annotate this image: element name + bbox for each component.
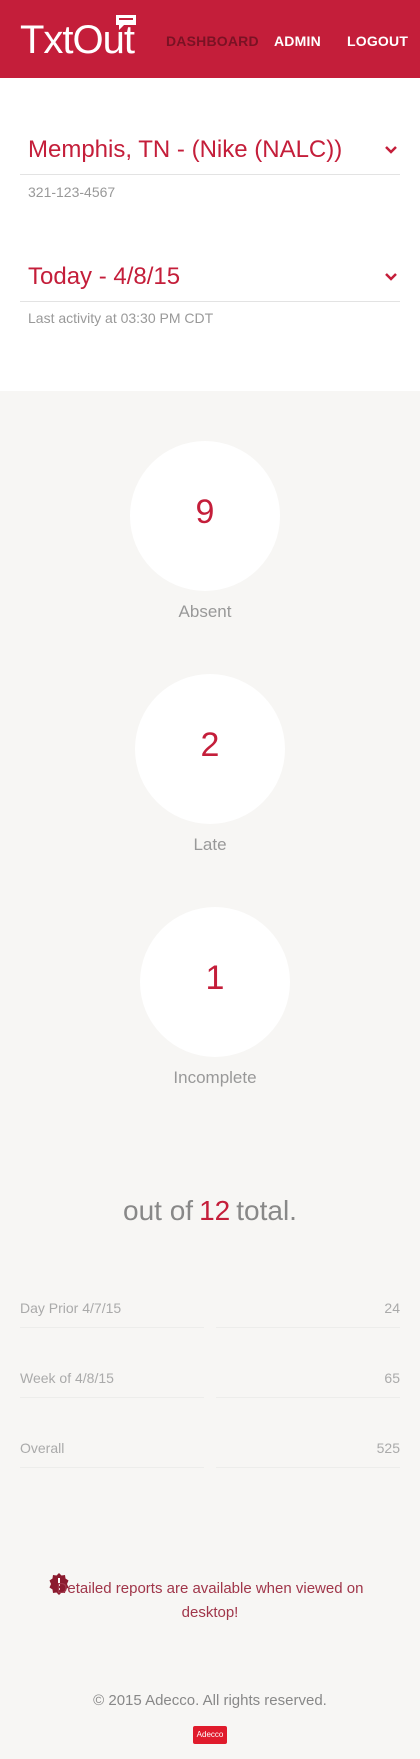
history-row-week: Week of 4/8/15 65 xyxy=(20,1370,400,1400)
location-phone: 321-123-4567 xyxy=(28,184,116,200)
absent-stat-circle[interactable]: 9 xyxy=(130,441,280,591)
nav-dashboard[interactable]: DASHBOARD xyxy=(166,33,259,49)
nav-admin[interactable]: ADMIN xyxy=(274,33,321,49)
history-row-day-prior: Day Prior 4/7/15 24 xyxy=(20,1300,400,1330)
total-count: 12 xyxy=(199,1195,231,1226)
date-select[interactable]: Today - 4/8/15 xyxy=(20,257,400,302)
history-value: 525 xyxy=(376,1440,400,1456)
total-summary: out of 12 total. xyxy=(0,1195,420,1227)
divider xyxy=(20,1397,400,1398)
late-count: 2 xyxy=(200,726,220,764)
speech-bubble-icon xyxy=(116,15,136,30)
last-activity: Last activity at 03:30 PM CDT xyxy=(28,310,214,326)
app-header: TxtOut DASHBOARD ADMIN LOGOUT xyxy=(0,0,420,78)
absent-label: Absent xyxy=(178,602,232,621)
total-suffix: total. xyxy=(236,1195,297,1226)
late-stat-circle[interactable]: 2 xyxy=(135,674,285,824)
desktop-notice: Detailed reports are available when view… xyxy=(56,1580,364,1621)
absent-count: 9 xyxy=(195,493,215,531)
date-select-value: Today - 4/8/15 xyxy=(28,263,181,290)
history-label: Day Prior 4/7/15 xyxy=(20,1300,122,1316)
incomplete-count: 1 xyxy=(205,959,225,997)
nav-logout[interactable]: LOGOUT xyxy=(347,33,408,49)
divider xyxy=(20,1327,400,1328)
location-select-value: Memphis, TN - (Nike (NALC)) xyxy=(28,136,343,163)
incomplete-stat-circle[interactable]: 1 xyxy=(140,907,290,1057)
divider xyxy=(20,1467,400,1468)
history-label: Week of 4/8/15 xyxy=(20,1370,114,1386)
selection-panel: Memphis, TN - (Nike (NALC)) 321-123-4567… xyxy=(0,78,420,391)
footer-copyright: © 2015 Adecco. All rights reserved. xyxy=(93,1692,327,1709)
incomplete-label: Incomplete xyxy=(173,1068,257,1087)
history-label: Overall xyxy=(20,1440,65,1456)
history-value: 65 xyxy=(384,1370,400,1386)
late-label: Late xyxy=(193,835,227,854)
history-value: 24 xyxy=(384,1300,400,1316)
location-select[interactable]: Memphis, TN - (Nike (NALC)) xyxy=(20,130,400,175)
adecco-logo[interactable]: Adecco xyxy=(193,1726,227,1744)
chevron-down-icon xyxy=(385,146,397,154)
history-row-overall: Overall 525 xyxy=(20,1440,400,1470)
total-prefix: out of xyxy=(123,1195,194,1226)
chevron-down-icon xyxy=(385,273,397,281)
